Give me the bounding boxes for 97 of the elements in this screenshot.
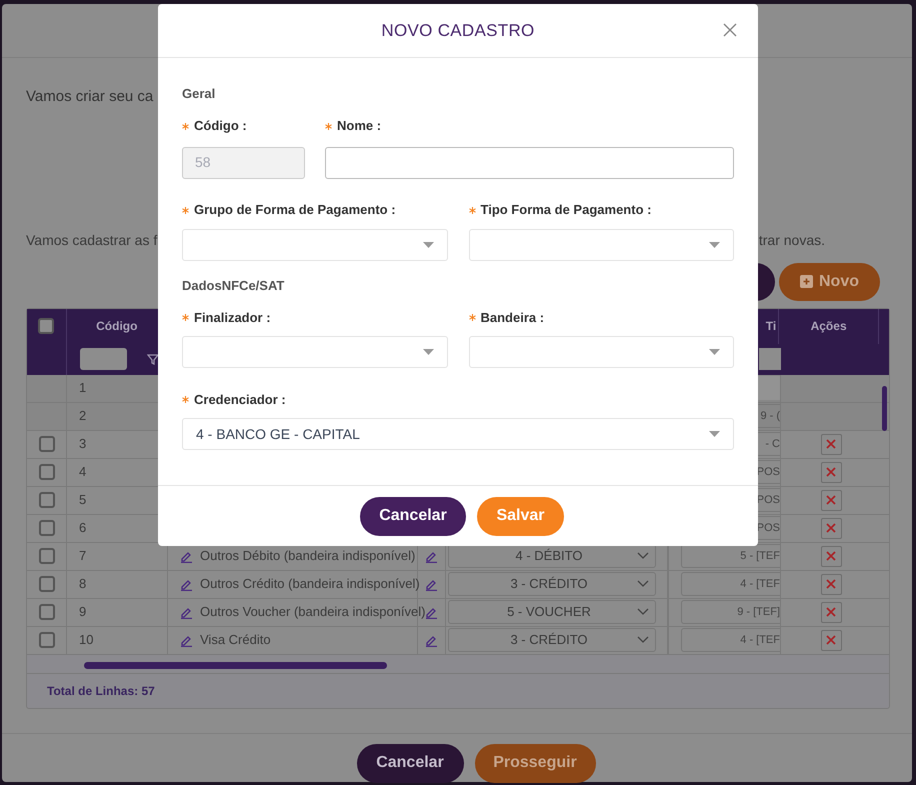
checkbox[interactable] (38, 436, 54, 452)
type-select[interactable]: 3 - CRÉDITO (448, 572, 656, 596)
field-label: Credenciador : (194, 390, 286, 409)
code-cell-text: 5 (79, 491, 86, 510)
pencil-icon[interactable] (180, 578, 193, 590)
select-field[interactable]: 4 - BANCO GE - CAPITAL (182, 418, 734, 450)
instruction-text: Vamos cadastrar as f (26, 230, 158, 250)
field-label: Grupo de Forma de Pagamento : (194, 201, 396, 220)
code-cell-text: 6 (79, 519, 86, 538)
checkbox[interactable] (38, 604, 54, 620)
input-field[interactable] (325, 146, 734, 178)
code-cell-text: 4 (79, 463, 86, 482)
type-select[interactable]: 5 - VOUCHER (448, 600, 656, 624)
instruction-text: trar novas. (758, 230, 825, 250)
pencil-icon[interactable] (180, 634, 193, 646)
select-field[interactable] (468, 228, 734, 260)
code-cell-text: 7 (79, 547, 86, 566)
delete-button[interactable] (820, 490, 842, 510)
column-header[interactable]: Código (96, 317, 138, 335)
save-button[interactable]: Salvar (477, 496, 564, 536)
type-select[interactable]: 3 - CRÉDITO (448, 628, 656, 652)
scrollbar-thumb[interactable] (882, 386, 887, 430)
select-field[interactable] (468, 336, 734, 368)
pencil-icon[interactable] (425, 550, 438, 562)
checkbox[interactable] (38, 520, 54, 536)
delete-button[interactable] (820, 574, 842, 594)
filter-icon[interactable] (147, 354, 159, 364)
close-icon (723, 23, 737, 37)
dropdown-icon (709, 242, 720, 248)
name-cell-text: Outros Crédito (bandeira indisponível) (200, 575, 420, 594)
new-button[interactable]: Novo (779, 262, 880, 300)
close-icon (826, 607, 836, 617)
scrollbar-thumb[interactable] (84, 662, 387, 668)
method-field[interactable]: 4 - [TEF (681, 572, 780, 596)
delete-button[interactable] (820, 630, 842, 650)
delete-button[interactable] (820, 434, 842, 454)
name-cell-text: Outros Voucher (bandeira indisponível) (200, 603, 426, 622)
column-header[interactable]: Ações (810, 317, 847, 335)
select-field[interactable] (182, 228, 448, 260)
checkbox[interactable] (38, 548, 54, 564)
pencil-icon[interactable] (425, 578, 438, 590)
total-rows-text: Total de Linhas: 57 (47, 682, 155, 700)
chevron-icon (637, 580, 649, 588)
close-icon (826, 495, 836, 505)
pencil-icon[interactable] (425, 634, 438, 646)
close-icon (826, 635, 836, 645)
code-cell-text: 1 (79, 379, 86, 398)
dropdown-icon (422, 349, 434, 355)
select-field[interactable] (182, 336, 448, 368)
pencil-icon[interactable] (180, 606, 193, 618)
close-icon (826, 579, 836, 589)
filter-field[interactable] (759, 348, 781, 370)
name-cell-text: Outros Débito (bandeira indisponível) (200, 547, 416, 566)
delete-button[interactable] (820, 546, 842, 566)
section-title: DadosNFCe/SAT (182, 276, 284, 294)
close-icon (826, 467, 836, 477)
field-label: Finalizador : (194, 308, 271, 327)
delete-button[interactable] (820, 602, 842, 622)
checkbox[interactable] (38, 576, 54, 592)
field-label: Tipo Forma de Pagamento : (480, 201, 652, 220)
field-label: Código : (194, 117, 247, 136)
column-header[interactable]: Ti (766, 317, 778, 335)
dropdown-icon (709, 349, 720, 355)
plus-icon (800, 275, 813, 288)
code-cell-text: 8 (79, 575, 86, 594)
code-cell-text: 10 (79, 631, 94, 650)
delete-button[interactable] (820, 518, 842, 538)
proceed-button[interactable]: Prosseguir (474, 744, 596, 782)
filter-field[interactable] (80, 348, 127, 370)
code-cell-text: 3 (79, 435, 86, 454)
checkbox[interactable] (38, 492, 54, 508)
code-cell-text: 9 (79, 603, 86, 622)
pencil-icon[interactable] (425, 606, 438, 618)
dropdown-icon (422, 242, 434, 248)
code-cell-text: 2 (79, 407, 86, 426)
field-label: Bandeira : (480, 308, 544, 327)
field-label: Nome : (337, 117, 382, 136)
chevron-icon (637, 552, 649, 560)
close-icon (826, 551, 836, 561)
close-button[interactable] (723, 23, 737, 37)
cancel-button[interactable]: Cancelar (356, 744, 464, 782)
checkbox[interactable] (38, 464, 54, 480)
pencil-icon[interactable] (180, 550, 193, 562)
method-field[interactable]: 9 - [TEF] (681, 600, 780, 624)
chevron-icon (637, 636, 649, 644)
cancel-button[interactable]: Cancelar (360, 496, 466, 536)
checkbox[interactable] (38, 318, 54, 334)
close-icon (826, 523, 836, 533)
dialog-title: NOVO CADASTRO (381, 20, 535, 42)
chevron-icon (637, 608, 649, 616)
name-cell-text: Visa Crédito (200, 631, 271, 650)
checkbox[interactable] (38, 632, 54, 648)
close-icon (826, 439, 836, 449)
intro-text: Vamos criar seu ca (26, 87, 154, 107)
method-field[interactable]: 4 - [TEF (681, 628, 780, 652)
section-title: Geral (182, 85, 216, 103)
delete-button[interactable] (820, 462, 842, 482)
